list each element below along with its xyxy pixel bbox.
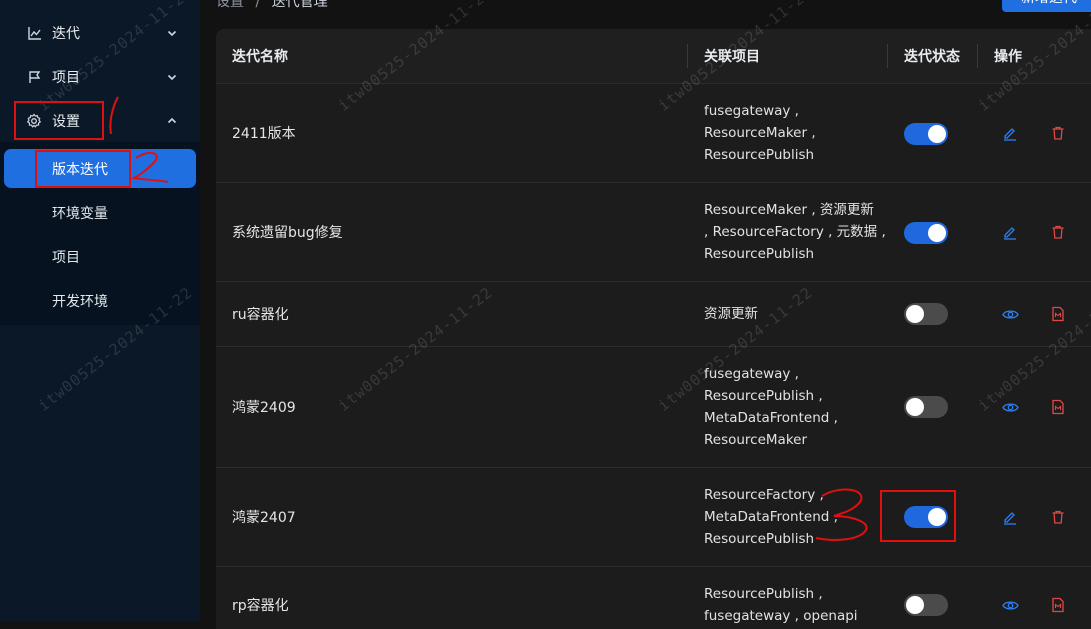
document-icon[interactable] bbox=[1049, 398, 1067, 416]
status-toggle[interactable] bbox=[904, 123, 948, 145]
project-line: ResourceFactory , bbox=[704, 487, 824, 503]
table-row: 系统遗留bug修复 ResourceMaker , 资源更新 , Resourc… bbox=[216, 183, 1091, 282]
column-divider bbox=[977, 44, 978, 68]
project-line: ResourcePublish , bbox=[704, 388, 823, 404]
toggle-knob bbox=[906, 596, 924, 614]
delete-icon[interactable] bbox=[1049, 124, 1067, 142]
edit-icon[interactable] bbox=[1001, 508, 1019, 526]
project-line: ResourcePublish , bbox=[704, 586, 823, 602]
project-line: , ResourceFactory , 元数据 , bbox=[704, 224, 886, 240]
project-line: ResourceMaker , bbox=[704, 125, 816, 141]
linked-projects: fusegateway , ResourceMaker , ResourcePu… bbox=[704, 84, 884, 182]
delete-icon[interactable] bbox=[1049, 223, 1067, 241]
annotation-box-status-toggle bbox=[880, 490, 956, 542]
view-icon[interactable] bbox=[1001, 305, 1019, 323]
submenu-item-label: 开发环境 bbox=[52, 294, 108, 310]
column-header-status: 迭代状态 bbox=[904, 49, 960, 65]
submenu-item-env-vars[interactable]: 环境变量 bbox=[0, 193, 200, 233]
status-toggle[interactable] bbox=[904, 303, 948, 325]
breadcrumb: 设置 / 迭代管理 bbox=[216, 0, 328, 11]
document-icon[interactable] bbox=[1049, 305, 1067, 323]
table-row: 鸿蒙2407 ResourceFactory , MetaDataFronten… bbox=[216, 468, 1091, 567]
menu-item-label: 迭代 bbox=[52, 26, 80, 42]
column-header-name: 迭代名称 bbox=[232, 49, 288, 65]
chevron-down-icon bbox=[166, 27, 178, 39]
iteration-name: 系统遗留bug修复 bbox=[232, 225, 343, 241]
submenu-item-label: 项目 bbox=[52, 250, 80, 266]
column-divider bbox=[887, 44, 888, 68]
table-row: rp容器化 ResourcePublish , fusegateway , op… bbox=[216, 567, 1091, 629]
linked-projects: ResourcePublish , fusegateway , openapi bbox=[704, 567, 884, 627]
chevron-down-icon bbox=[166, 71, 178, 83]
toggle-knob bbox=[928, 125, 946, 143]
toggle-knob bbox=[906, 305, 924, 323]
document-icon[interactable] bbox=[1049, 596, 1067, 614]
status-toggle[interactable] bbox=[904, 396, 948, 418]
column-divider bbox=[687, 44, 688, 68]
flag-icon bbox=[27, 69, 43, 85]
submenu-item-label: 环境变量 bbox=[52, 206, 108, 222]
project-line: fusegateway , openapi bbox=[704, 608, 858, 624]
linked-projects: ResourceMaker , 资源更新 , ResourceFactory ,… bbox=[704, 183, 886, 281]
iteration-table: 迭代名称 关联项目 迭代状态 操作 2411版本 fusegateway , R… bbox=[216, 29, 1091, 629]
annotation-box-version-iteration bbox=[35, 150, 131, 188]
project-line: ResourcePublish bbox=[704, 246, 815, 262]
chevron-up-icon bbox=[166, 115, 178, 127]
linked-projects: fusegateway , ResourcePublish , MetaData… bbox=[704, 347, 884, 467]
breadcrumb-separator: / bbox=[255, 0, 261, 10]
linked-projects: ResourceFactory , MetaDataFrontend , Res… bbox=[704, 468, 884, 566]
chart-line-icon bbox=[27, 25, 43, 41]
delete-icon[interactable] bbox=[1049, 508, 1067, 526]
project-line: ResourceMaker , 资源更新 bbox=[704, 202, 874, 218]
edit-icon[interactable] bbox=[1001, 124, 1019, 142]
toggle-knob bbox=[928, 224, 946, 242]
table-row: ru容器化 资源更新 bbox=[216, 282, 1091, 347]
edit-icon[interactable] bbox=[1001, 223, 1019, 241]
submenu-item-projects[interactable]: 项目 bbox=[0, 237, 200, 277]
view-icon[interactable] bbox=[1001, 596, 1019, 614]
project-line: MetaDataFrontend , bbox=[704, 410, 838, 426]
project-line: ResourceMaker bbox=[704, 432, 808, 448]
project-line: fusegateway , bbox=[704, 103, 799, 119]
project-line: MetaDataFrontend , bbox=[704, 509, 838, 525]
toggle-knob bbox=[906, 398, 924, 416]
project-line: ResourcePublish bbox=[704, 147, 815, 163]
breadcrumb-current: 迭代管理 bbox=[271, 0, 328, 10]
menu-item-iterations[interactable]: 迭代 bbox=[0, 13, 200, 53]
annotation-box-settings bbox=[14, 101, 104, 140]
project-line: ResourcePublish bbox=[704, 531, 815, 547]
iteration-name: 鸿蒙2409 bbox=[232, 400, 296, 416]
status-toggle[interactable] bbox=[904, 594, 948, 616]
add-iteration-button[interactable]: 新增迭代 bbox=[1002, 0, 1091, 12]
iteration-name: 鸿蒙2407 bbox=[232, 510, 296, 526]
iteration-name: 2411版本 bbox=[232, 126, 296, 142]
table-header: 迭代名称 关联项目 迭代状态 操作 bbox=[216, 29, 1091, 84]
iteration-name: ru容器化 bbox=[232, 307, 289, 323]
iteration-name: rp容器化 bbox=[232, 598, 289, 614]
status-toggle[interactable] bbox=[904, 222, 948, 244]
project-line: 资源更新 bbox=[704, 306, 758, 322]
breadcrumb-parent[interactable]: 设置 bbox=[216, 0, 244, 10]
